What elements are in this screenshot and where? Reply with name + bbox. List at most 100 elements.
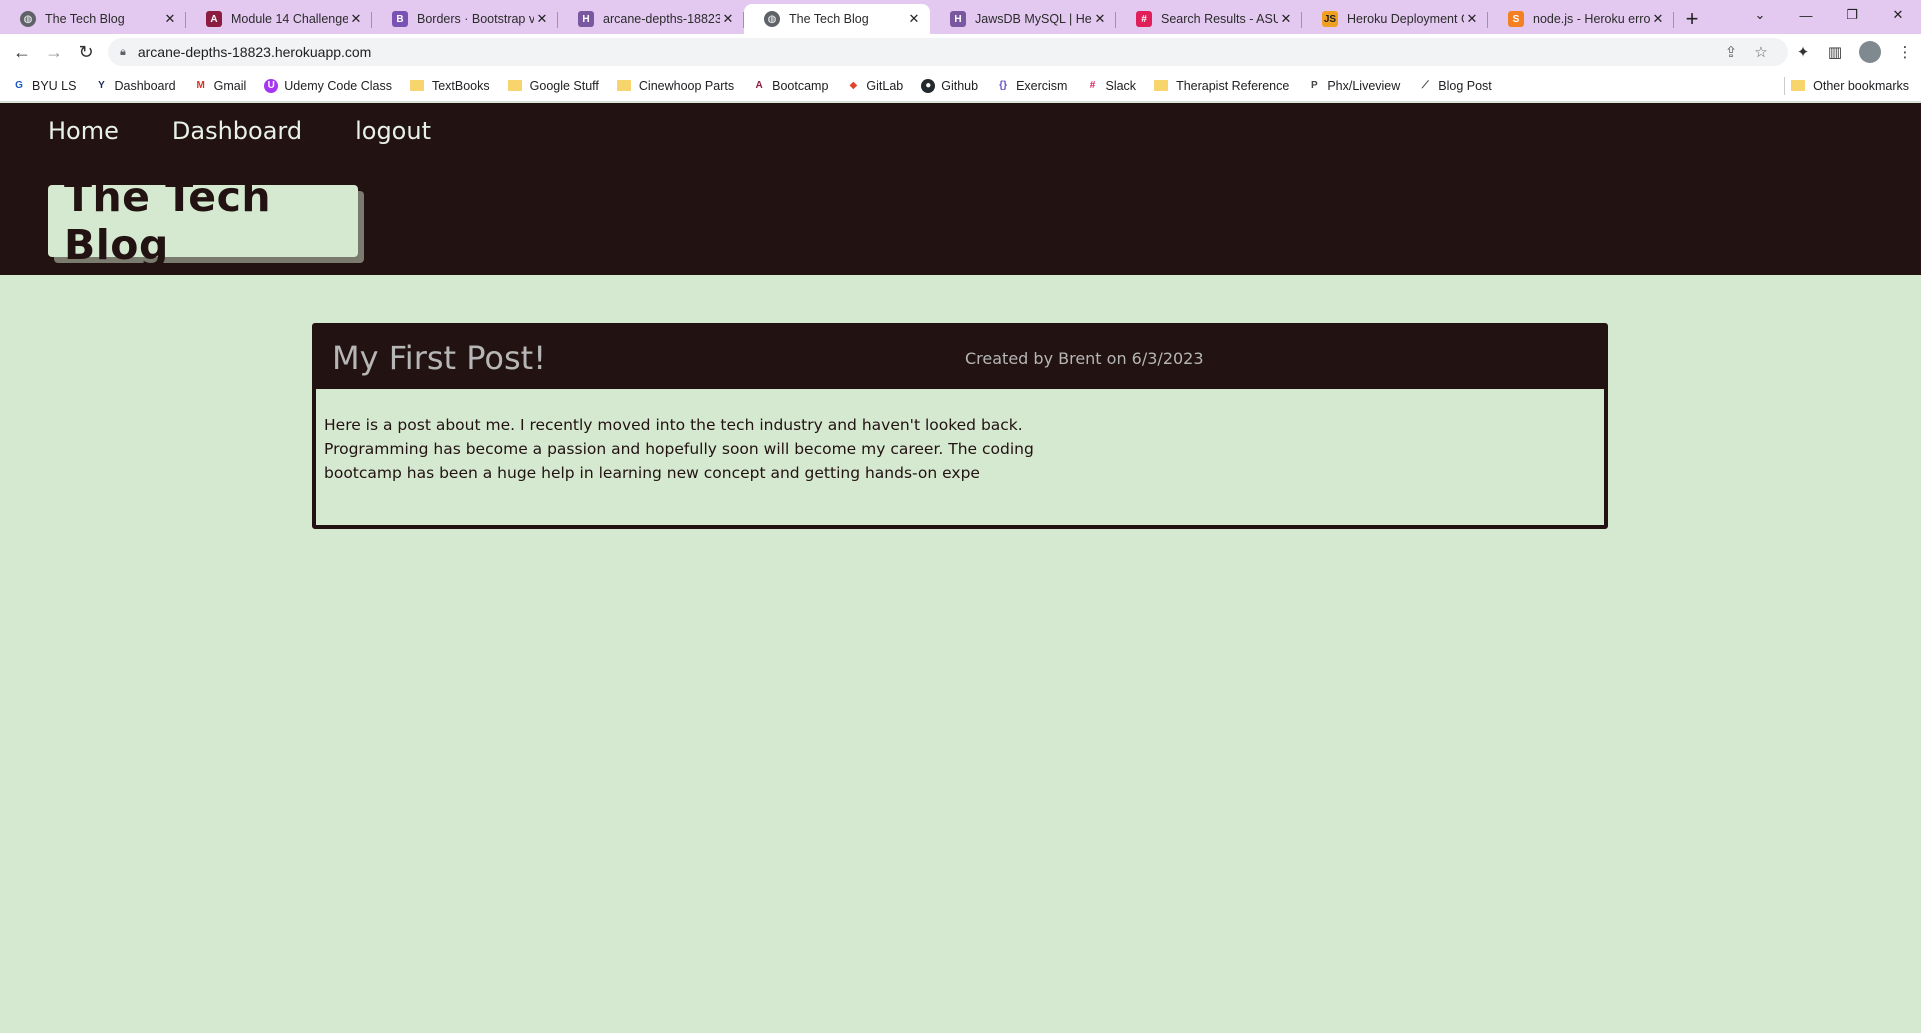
bookmark-label: Blog Post (1438, 78, 1492, 93)
bookmark-label: Github (941, 78, 979, 93)
site-title: The Tech Blog (64, 173, 272, 269)
bookmark-blog-post[interactable]: ⟋ Blog Post (1418, 79, 1492, 93)
url-text[interactable]: arcane-depths-18823.herokuapp.com (138, 44, 1716, 60)
folder-icon (409, 80, 424, 91)
folder-icon (1154, 80, 1169, 91)
post-header: My First Post! Created by Brent on 6/3/2… (316, 327, 1604, 389)
address-bar[interactable]: 🔒︎ arcane-depths-18823.herokuapp.com ⇪ ☆ (108, 38, 1788, 66)
close-icon[interactable]: ✕ (720, 11, 736, 27)
browser-tab[interactable]: ◍ The Tech Blog ✕ (0, 4, 186, 34)
bookmark-google-stuff[interactable]: Google Stuff (507, 78, 599, 93)
bookmark-label: TextBooks (431, 78, 490, 93)
menu-icon[interactable]: ⋮ (1889, 43, 1921, 61)
extensions-icon[interactable]: ✦ (1787, 43, 1819, 61)
github-icon: ● (921, 78, 936, 93)
globe-icon: ◍ (764, 11, 780, 27)
close-icon[interactable]: ✕ (1650, 11, 1666, 27)
restore-icon[interactable]: ❐ (1829, 0, 1875, 30)
bookmark-textbooks[interactable]: TextBooks (409, 78, 490, 93)
browser-tab[interactable]: H arcane-depths-18823 ✕ (558, 4, 744, 34)
nav-logout-link[interactable]: logout (355, 117, 431, 145)
bookmark-github[interactable]: ● Github (921, 78, 979, 93)
bookmarks-divider (1784, 76, 1785, 95)
tab-title: JawsDB MySQL | Heroku (975, 12, 1092, 26)
bookmark-label: BYU LS (32, 78, 77, 93)
browser-tab[interactable]: B Borders · Bootstrap v5 ✕ (372, 4, 558, 34)
browser-tab[interactable]: JS Heroku Deployment G ✕ (1302, 4, 1488, 34)
browser-tab-strip: ◍ The Tech Blog ✕ A Module 14 Challenge … (0, 0, 1921, 34)
phoenix-icon: P (1310, 80, 1318, 91)
close-icon[interactable]: ✕ (348, 11, 364, 27)
bookmark-slack[interactable]: # Slack (1085, 79, 1136, 93)
close-icon[interactable]: ✕ (162, 11, 178, 27)
slack-icon: # (1089, 80, 1096, 91)
close-icon[interactable]: ✕ (1278, 11, 1294, 27)
asu-icon: A (206, 11, 222, 27)
bookmark-label: Gmail (213, 78, 247, 93)
close-window-icon[interactable]: ✕ (1875, 0, 1921, 30)
chart-icon: ⟋ (1421, 80, 1429, 91)
back-icon[interactable]: ← (6, 36, 38, 68)
browser-tab[interactable]: A Module 14 Challenge ✕ (186, 4, 372, 34)
close-icon[interactable]: ✕ (1092, 11, 1108, 27)
tab-title: The Tech Blog (45, 12, 125, 26)
browser-tab-active[interactable]: ◍ The Tech Blog ✕ (744, 4, 930, 34)
lock-icon[interactable]: 🔒︎ (120, 46, 126, 59)
minimize-icon[interactable]: — (1783, 0, 1829, 30)
post-title[interactable]: My First Post! (332, 339, 965, 377)
window-controls: ⌄ — ❐ ✕ (1737, 0, 1921, 30)
bookmark-therapist[interactable]: Therapist Reference (1154, 79, 1289, 93)
close-icon[interactable]: ✕ (1464, 11, 1480, 27)
bookmark-phx-liveview[interactable]: P Phx/Liveview (1307, 79, 1400, 93)
asu-icon: A (755, 80, 763, 91)
tab-title: arcane-depths-18823 (603, 12, 720, 26)
bookmark-label: GitLab (866, 78, 904, 93)
site-nav: Home Dashboard logout (48, 117, 484, 145)
bookmark-exercism[interactable]: {} Exercism (996, 79, 1067, 93)
forward-icon[interactable]: → (38, 36, 70, 68)
nav-dashboard-link[interactable]: Dashboard (172, 117, 302, 145)
bookmark-label: Phx/Liveview (1327, 78, 1401, 93)
browser-toolbar: ← → ↻ 🔒︎ arcane-depths-18823.herokuapp.c… (0, 34, 1921, 70)
tab-title: node.js - Heroku error (1533, 12, 1650, 26)
side-panel-icon[interactable]: ▥ (1819, 43, 1851, 61)
gmail-icon: M (196, 80, 205, 91)
yahoo-icon: Y (98, 80, 105, 91)
bookmark-bootcamp[interactable]: A Bootcamp (752, 79, 828, 93)
bookmark-udemy[interactable]: U Udemy Code Class (264, 78, 392, 93)
tab-title: Heroku Deployment G (1347, 12, 1464, 26)
bookmark-star-icon[interactable]: ☆ (1746, 43, 1776, 61)
bookmark-cinewhoop[interactable]: Cinewhoop Parts (616, 79, 734, 93)
reload-icon[interactable]: ↻ (70, 36, 102, 68)
bookmark-label: Google Stuff (529, 78, 599, 93)
close-icon[interactable]: ✕ (906, 11, 922, 27)
share-icon[interactable]: ⇪ (1716, 43, 1746, 61)
bookmarks-bar: G BYU LS Y Dashboard M Gmail U Udemy Code Cl… (0, 70, 1921, 102)
bookmark-label: Udemy Code Class (284, 78, 392, 93)
nav-home-link[interactable]: Home (48, 117, 119, 145)
byu-icon: G (15, 80, 23, 91)
new-tab-button[interactable]: + (1674, 4, 1710, 34)
bookmark-byu-ls[interactable]: G BYU LS (12, 79, 76, 93)
bookmark-gitlab[interactable]: ◆ GitLab (846, 78, 904, 93)
browser-tab[interactable]: # Search Results - ASU- ✕ (1116, 4, 1302, 34)
browser-tab[interactable]: S node.js - Heroku error ✕ (1488, 4, 1674, 34)
toolbar-actions: ✦ ▥ ⋮ (1787, 34, 1921, 70)
site-header: Home Dashboard logout The Tech Blog (0, 103, 1921, 275)
bookmark-label: Slack (1105, 78, 1137, 93)
browser-tab[interactable]: H JawsDB MySQL | Heroku ✕ (930, 4, 1116, 34)
js-icon: JS (1322, 11, 1338, 27)
tab-title: Borders · Bootstrap v5 (417, 12, 534, 26)
other-bookmarks[interactable]: Other bookmarks (1791, 79, 1909, 93)
tab-title: The Tech Blog (789, 12, 869, 26)
tab-title: Search Results - ASU- (1161, 12, 1278, 26)
slack-icon: # (1136, 11, 1152, 27)
bookmark-dashboard[interactable]: Y Dashboard (94, 79, 176, 93)
bookmark-gmail[interactable]: M Gmail (194, 78, 247, 93)
heroku-icon: H (578, 11, 594, 27)
close-icon[interactable]: ✕ (534, 11, 550, 27)
profile-avatar[interactable] (1859, 41, 1881, 63)
tab-search-icon[interactable]: ⌄ (1737, 0, 1783, 30)
folder-icon (507, 80, 522, 91)
post-card[interactable]: My First Post! Created by Brent on 6/3/2… (312, 323, 1608, 529)
